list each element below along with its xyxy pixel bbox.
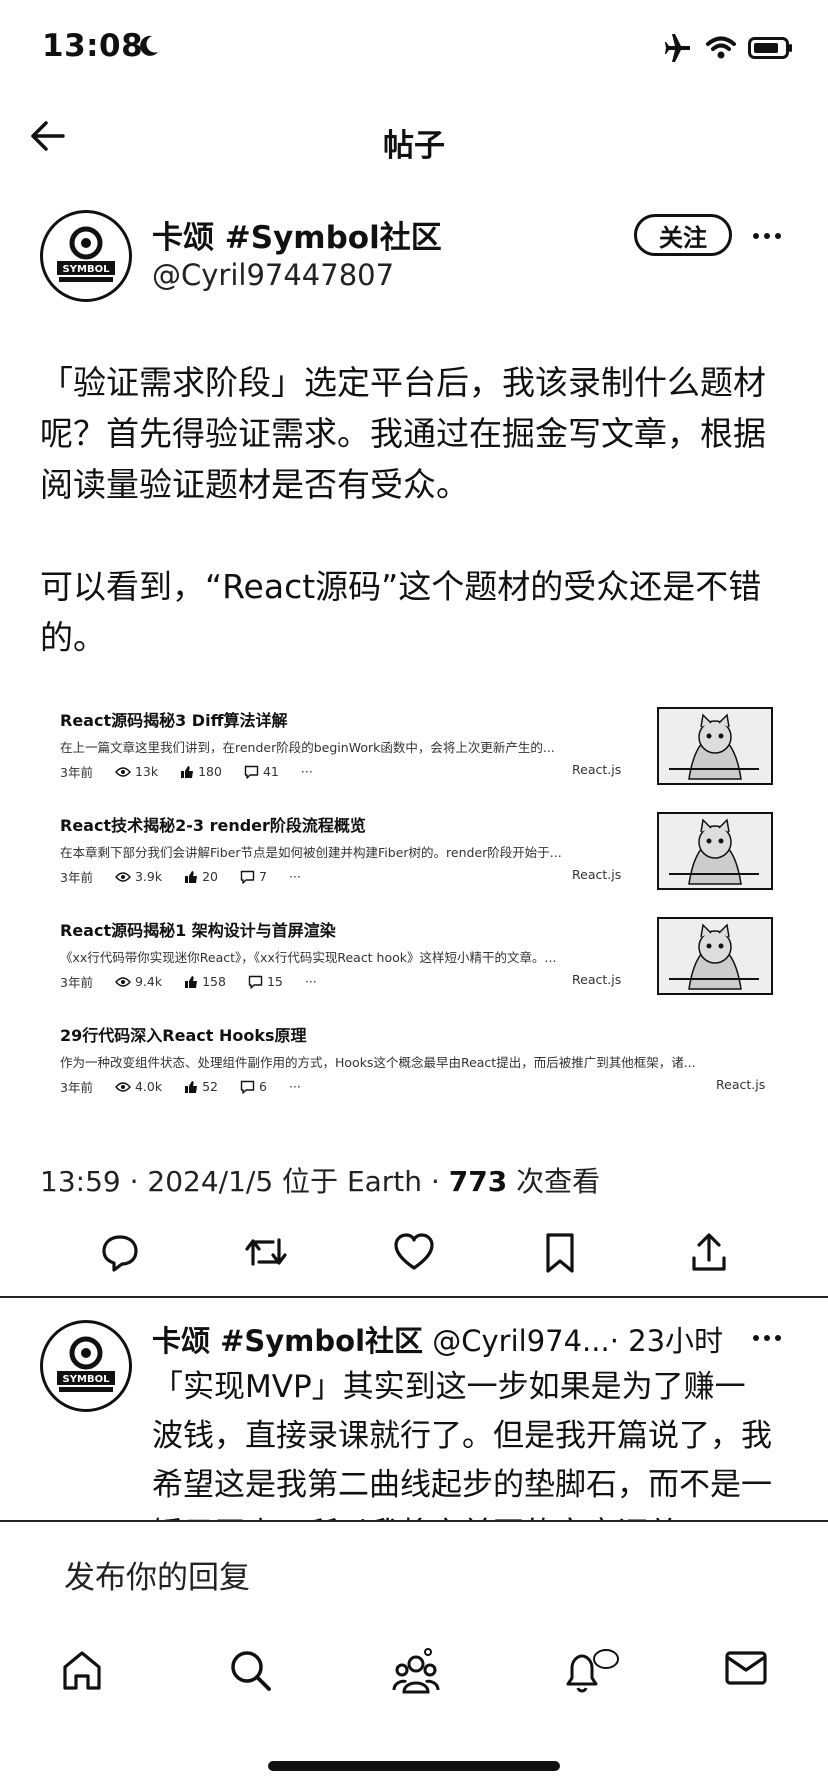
article-likes: 180 [180,764,222,779]
article-card[interactable]: 29行代码深入React Hooks原理作为一种改变组件状态、处理组件副作用的方… [60,1022,765,1108]
page-title: 帖子 [383,128,445,164]
post-body: 「验证需求阶段」选定平台后，我该录制什么题材呢？首先得验证需求。我通过在掘金写文… [40,357,780,714]
reply-author-name[interactable]: 卡颂 #Symbol社区 [152,1324,423,1358]
article-likes: 20 [184,869,218,884]
reply-text: 「实现MVP」其实到这一步如果是为了赚一波钱，直接录课就行了。但是我开篇说了，我… [152,1369,772,1520]
status-time: 13:08 [42,28,144,64]
communities-icon[interactable] [392,1648,440,1694]
divider [0,1520,828,1522]
article-desc: 作为一种改变组件状态、处理组件副作用的方式，Hooks这个概念最早由React提… [60,1055,696,1070]
view-count: 773 [448,1165,508,1198]
article-views: 9.4k [115,974,162,989]
comment-icon [240,1080,255,1094]
more-icon[interactable] [752,232,782,240]
divider [0,1296,828,1298]
eye-icon [115,766,131,777]
comment-icon [248,975,263,989]
more-icon[interactable] [752,1334,782,1342]
home-icon[interactable] [60,1648,104,1692]
article-time: 3年前 [60,975,93,990]
article-likes: 52 [184,1079,218,1094]
repost-icon[interactable] [243,1232,289,1272]
reply-header: 卡颂 #Symbol社区 @Cyril974...· 23小时 [152,1318,723,1360]
article-title: 29行代码深入React Hooks原理 [60,1026,307,1045]
follow-button[interactable]: 关注 [634,214,732,256]
share-icon[interactable] [690,1232,728,1274]
reply-compose-input[interactable]: 发布你的回复 [64,1552,250,1597]
comment-icon [244,765,259,779]
article-thumbnail [657,917,773,995]
status-icons [662,34,794,62]
article-desc: 在本章剩下部分我们会讲解Fiber节点是如何被创建并构建Fiber树的。rend… [60,845,562,860]
reply-time: · 23小时 [609,1324,724,1358]
reply-icon[interactable] [100,1232,140,1272]
moon-icon [138,34,160,58]
search-icon[interactable] [228,1648,272,1692]
post-timestamp: 13:59 · 2024/1/5 位于 Earth · [40,1165,449,1198]
eye-icon [115,1081,131,1092]
article-comments: 6 [240,1079,267,1094]
article-meta: 3年前 9.4k 158 15 ··· [60,972,317,991]
article-desc: 在上一篇文章这里我们讲到，在render阶段的beginWork函数中，会将上次… [60,740,555,755]
article-card[interactable]: React技术揭秘2-3 render阶段流程概览在本章剩下部分我们会讲解Fib… [60,812,773,898]
article-time: 3年前 [60,870,93,885]
article-meta: 3年前 4.0k 52 6 ··· [60,1077,301,1096]
article-tag: React.js [572,867,622,882]
wifi-icon [706,36,736,60]
post-meta: 13:59 · 2024/1/5 位于 Earth · 773 次查看 [40,1160,600,1200]
article-time: 3年前 [60,1080,93,1095]
article-meta: 3年前 13k 180 41 ··· [60,762,313,781]
article-likes: 158 [184,974,226,989]
author-handle[interactable]: @Cyril97447807 [152,258,394,292]
article-thumbnail [657,707,773,785]
article-title: React技术揭秘2-3 render阶段流程概览 [60,816,366,835]
author-avatar[interactable]: SYMBOL [40,210,132,302]
eye-icon [115,976,131,987]
reply-avatar[interactable]: SYMBOL [40,1320,132,1412]
post-paragraph: 「验证需求阶段」选定平台后，我该录制什么题材呢？首先得验证需求。我通过在掘金写文… [40,363,766,504]
article-views: 3.9k [115,869,162,884]
more-icon: ··· [300,764,313,779]
article-comments: 41 [244,764,279,779]
article-tag: React.js [572,972,622,987]
more-icon: ··· [288,1079,301,1094]
article-tag: React.js [572,762,622,777]
messages-icon[interactable] [724,1648,768,1688]
thumb-up-icon [185,975,198,988]
more-icon: ··· [304,974,317,989]
thumb-up-icon [181,765,194,778]
article-views: 4.0k [115,1079,162,1094]
more-icon: ··· [288,869,301,884]
article-desc: 《xx行代码带你实现迷你React》，《xx行代码实现React hook》这样… [60,950,557,965]
article-meta: 3年前 3.9k 20 7 ··· [60,867,301,886]
svg-text:SYMBOL: SYMBOL [63,1374,111,1385]
bookmark-icon[interactable] [543,1232,577,1274]
article-views: 13k [115,764,158,779]
article-comments: 15 [248,974,283,989]
comment-icon [240,870,255,884]
article-card[interactable]: React源码揭秘1 架构设计与首屏渲染《xx行代码带你实现迷你React》，《… [60,917,773,1003]
bottom-tab-bar [0,1640,828,1710]
post-paragraph: 可以看到，“React源码”这个题材的受众还是不错的。 [40,567,762,657]
view-label: 次查看 [507,1165,601,1198]
reply-author-handle[interactable]: @Cyril974... [432,1324,609,1358]
battery-icon [748,36,794,60]
article-time: 3年前 [60,765,93,780]
svg-text:SYMBOL: SYMBOL [63,264,111,275]
article-card[interactable]: React源码揭秘3 Diff算法详解在上一篇文章这里我们讲到，在render阶… [60,707,773,793]
post-actions [0,1232,828,1280]
notifications-icon[interactable] [560,1648,622,1696]
thumb-up-icon [185,1080,198,1093]
thumb-up-icon [185,870,198,883]
article-tag: React.js [716,1077,766,1092]
airplane-icon [662,34,694,62]
home-indicator [268,1761,560,1771]
article-title: React源码揭秘3 Diff算法详解 [60,711,288,730]
like-icon[interactable] [393,1232,435,1272]
eye-icon [115,871,131,882]
article-comments: 7 [240,869,267,884]
article-title: React源码揭秘1 架构设计与首屏渲染 [60,921,336,940]
author-name[interactable]: 卡颂 #Symbol社区 [152,212,442,257]
article-thumbnail [657,812,773,890]
